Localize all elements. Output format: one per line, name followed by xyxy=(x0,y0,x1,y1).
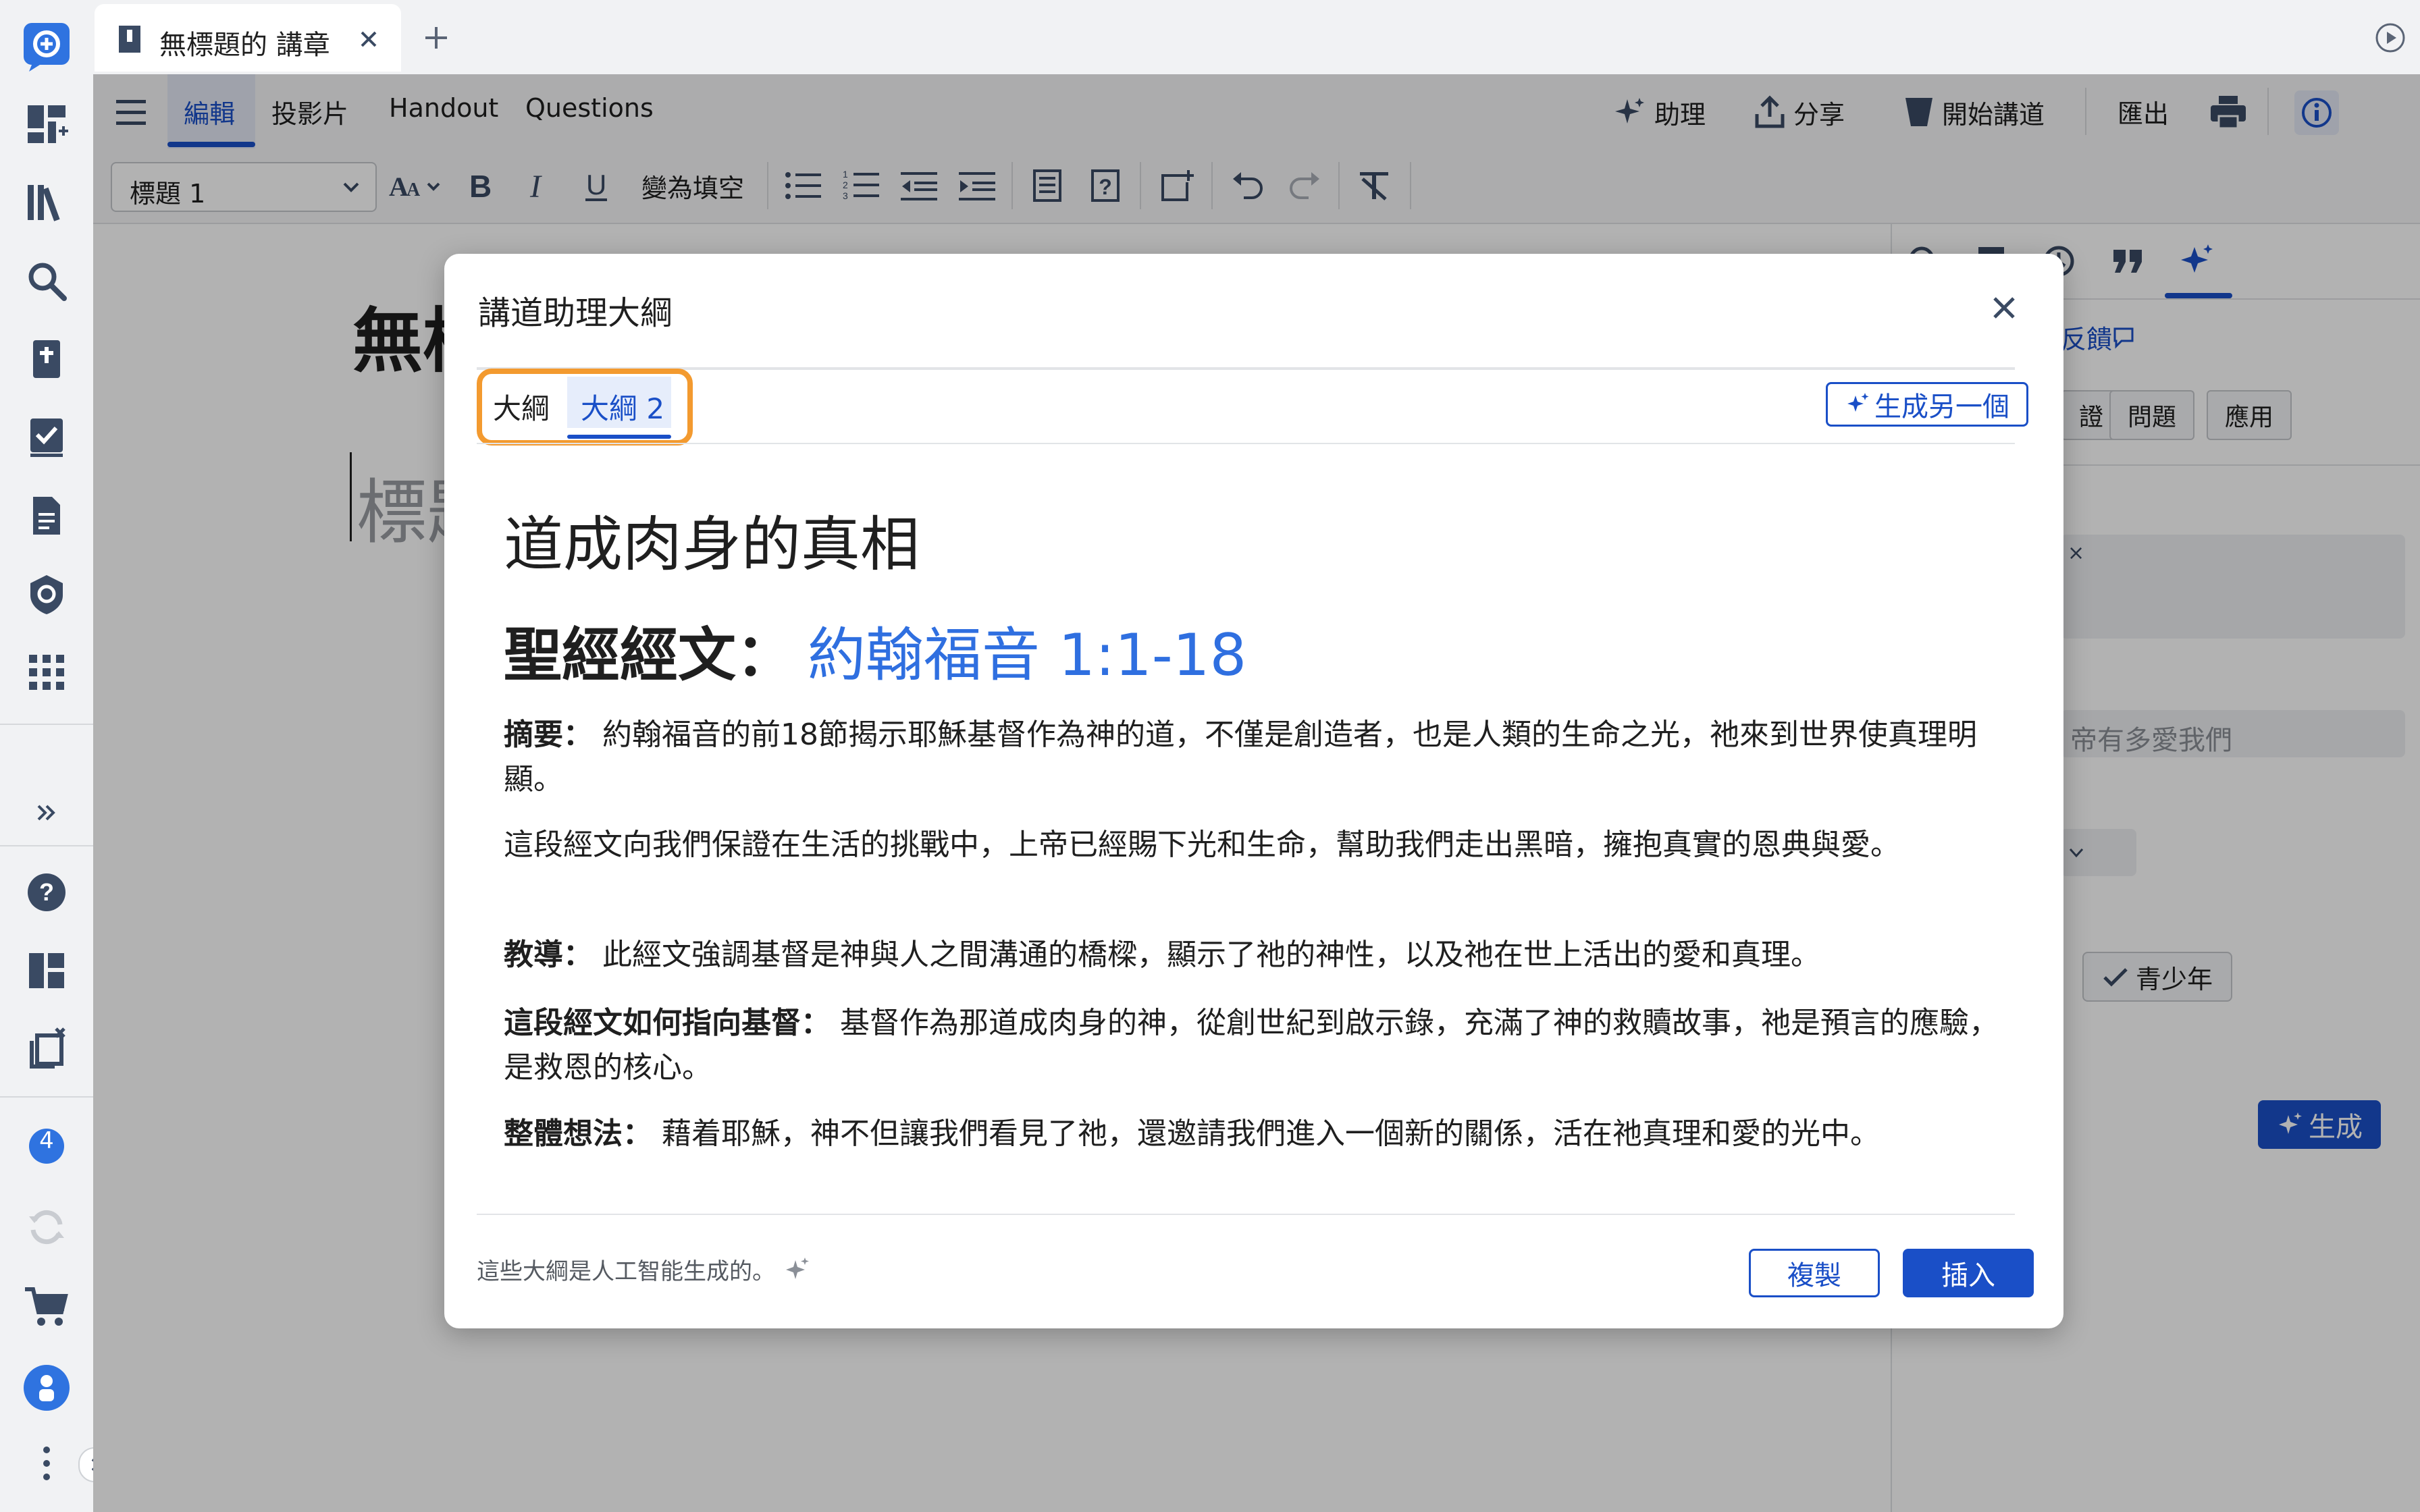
sermon-doc-icon xyxy=(119,26,140,53)
outline-dialog: 講道助理大綱 大綱 大綱 2 生成另一個 道成肉身的真相 聖經經文： 約翰福音 1… xyxy=(444,254,2063,1328)
copy-close-icon[interactable] xyxy=(16,1017,78,1079)
overall-paragraph: 整體想法： 藉着耶穌，神不但讓我們看見了祂，還邀請我們進入一個新的關係，活在祂真理… xyxy=(504,1112,2016,1156)
apps-grid-icon[interactable] xyxy=(16,641,78,703)
shield-icon[interactable] xyxy=(16,563,78,625)
help-icon[interactable]: ? xyxy=(16,861,78,923)
play-circle-icon[interactable] xyxy=(2374,22,2406,54)
summary-label: 摘要： xyxy=(504,718,593,752)
notification-badge[interactable]: 4 xyxy=(16,1115,78,1177)
copy-label: 複製 xyxy=(1787,1260,1841,1291)
svg-text:?: ? xyxy=(39,878,54,906)
expand-rail-icon[interactable] xyxy=(16,782,78,844)
checklist-icon[interactable] xyxy=(16,406,78,468)
close-tab-icon[interactable] xyxy=(358,28,379,50)
ai-disclaimer-text: 這些大綱是人工智能生成的。 xyxy=(477,1258,775,1285)
more-vertical-icon[interactable] xyxy=(16,1432,78,1494)
dialog-title: 講道助理大綱 xyxy=(478,294,673,332)
tabs-highlight-box xyxy=(477,369,693,446)
christ-label: 這段經文如何指向基督： xyxy=(504,1006,831,1040)
teaching-paragraph: 教導： 此經文強調基督是神與人之間溝通的橋樑，顯示了祂的神性，以及祂在世上活出的愛… xyxy=(504,933,2016,977)
bible-icon[interactable] xyxy=(16,328,78,390)
points-to-christ-paragraph: 這段經文如何指向基督： 基督作為那道成肉身的神，從創世紀到啟示錄，充滿了神的救贖故… xyxy=(504,1001,2016,1090)
outline-title: 道成肉身的真相 xyxy=(504,510,920,579)
scripture-line: 聖經經文： 約翰福音 1:1-18 xyxy=(504,608,1246,692)
app-logo-icon[interactable] xyxy=(16,15,78,77)
left-rail: ? 4 xyxy=(0,0,95,1512)
cart-icon[interactable] xyxy=(16,1276,78,1338)
badge-count: 4 xyxy=(39,1127,54,1154)
ai-disclaimer: 這些大綱是人工智能生成的。 xyxy=(477,1253,810,1286)
layout-icon[interactable] xyxy=(16,940,78,1002)
generate-another-label: 生成另一個 xyxy=(1874,392,2009,423)
new-tab-icon[interactable] xyxy=(423,24,450,51)
sync-icon[interactable] xyxy=(16,1196,78,1258)
teaching-label: 教導： xyxy=(504,938,593,972)
overall-label: 整體想法： xyxy=(504,1116,652,1151)
sparkle-icon xyxy=(786,1257,809,1279)
copy-button[interactable]: 複製 xyxy=(1749,1249,1880,1297)
generate-another-button[interactable]: 生成另一個 xyxy=(1826,382,2028,427)
dashboard-add-icon[interactable] xyxy=(16,93,78,155)
summary-paragraph: 摘要： 約翰福音的前18節揭示耶穌基督作為神的道，不僅是創造者，也是人類的生命之光… xyxy=(504,713,2016,802)
insert-label: 插入 xyxy=(1941,1260,1995,1291)
document-tab[interactable]: 無標題的 講章 xyxy=(95,4,401,72)
account-avatar-icon[interactable] xyxy=(16,1357,78,1419)
library-icon[interactable] xyxy=(16,171,78,234)
scripture-label: 聖經經文： xyxy=(504,622,794,689)
summary-text: 約翰福音的前18節揭示耶穌基督作為神的道，不僅是創造者，也是人類的生命之光，祂來… xyxy=(504,718,1977,796)
document-icon[interactable] xyxy=(16,485,78,547)
insert-button[interactable]: 插入 xyxy=(1903,1249,2034,1297)
teaching-text: 此經文強調基督是神與人之間溝通的橋樑，顯示了祂的神性，以及祂在世上活出的愛和真理… xyxy=(602,938,1820,972)
assurance-paragraph: 這段經文向我們保證在生活的挑戰中，上帝已經賜下光和生命，幫助我們走出黑暗，擁抱真… xyxy=(504,828,1900,862)
search-icon[interactable] xyxy=(16,250,78,312)
scripture-link[interactable]: 約翰福音 1:1-18 xyxy=(808,622,1246,689)
overall-text: 藉着耶穌，神不但讓我們看見了祂，還邀請我們進入一個新的關係，活在祂真理和愛的光中… xyxy=(662,1116,1880,1151)
tab-title: 無標題的 講章 xyxy=(159,30,330,61)
close-icon[interactable] xyxy=(1991,294,2018,321)
sparkle-icon xyxy=(1847,393,1869,412)
